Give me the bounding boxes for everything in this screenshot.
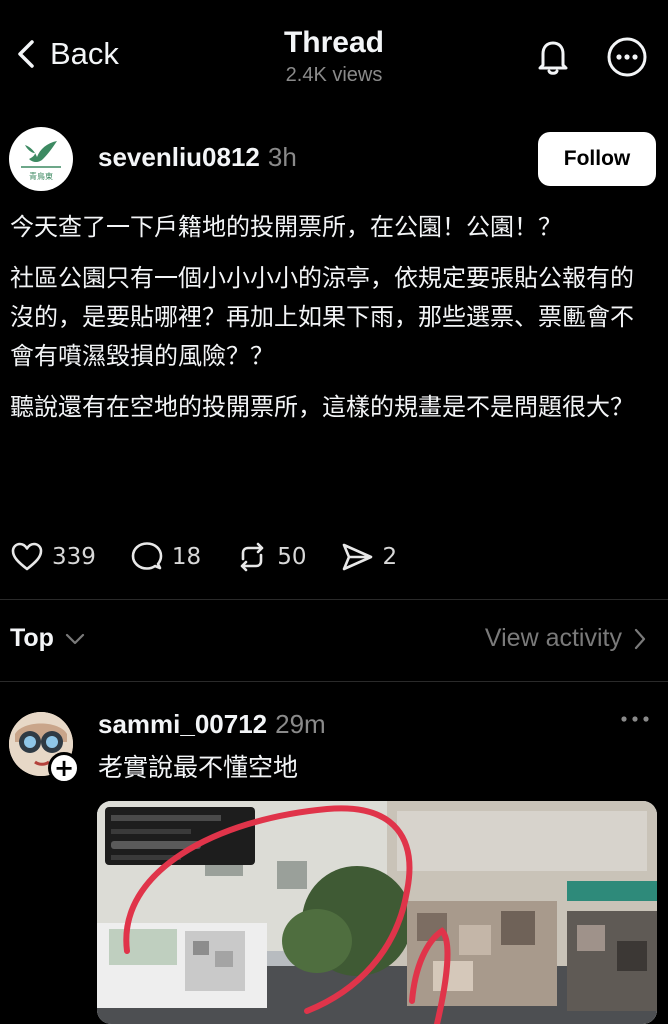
repost-icon xyxy=(240,542,264,572)
post-username[interactable]: sevenliu0812 3h xyxy=(98,142,297,173)
bird-logo-icon: 青鳥東 xyxy=(21,141,61,181)
follow-button[interactable]: Follow xyxy=(538,132,656,186)
post-paragraph: 聽說還有在空地的投開票所，這樣的規畫是不是問題很大？ xyxy=(10,393,634,421)
post-actions: 339 18 50 2 xyxy=(10,536,431,578)
sort-label: Top xyxy=(10,624,54,652)
username-text[interactable]: sevenliu0812 xyxy=(98,142,260,172)
post-body: 今天查了一下戶籍地的投開票所，在公園！公園！？ 社區公園只有一個小小小小的涼亭，… xyxy=(10,208,650,439)
divider xyxy=(0,681,668,682)
post-paragraph: 社區公園只有一個小小小小的涼亭，依規定要張貼公報有的沒的，是要貼哪裡？再加上如果… xyxy=(10,264,634,370)
top-bar: Back Thread 2.4K views xyxy=(0,0,668,110)
send-icon xyxy=(343,543,373,571)
sort-dropdown[interactable]: Top xyxy=(10,624,86,653)
post-paragraph: 今天查了一下戶籍地的投開票所，在公園！公園！？ xyxy=(10,213,562,241)
post-time: 3h xyxy=(267,142,297,172)
like-count: 339 xyxy=(52,544,96,570)
repost-count: 50 xyxy=(277,544,307,570)
heart-icon xyxy=(11,542,43,571)
avatar[interactable]: 青鳥東 xyxy=(9,127,73,191)
share-count: 2 xyxy=(382,544,398,570)
chevron-right-icon xyxy=(634,628,646,649)
comment-button[interactable]: 18 xyxy=(130,540,201,574)
reply-text: 老實說最不懂空地 xyxy=(98,753,299,782)
reply-username[interactable]: sammi_00712 29m xyxy=(98,709,326,740)
more-options-icon[interactable] xyxy=(606,36,648,78)
reply-photo[interactable] xyxy=(97,801,657,1024)
reply-time: 29m xyxy=(275,709,326,739)
like-button[interactable]: 339 xyxy=(10,540,96,574)
sort-bar: Top View activity xyxy=(0,616,668,664)
divider xyxy=(0,599,668,600)
share-button[interactable]: 2 xyxy=(340,540,397,574)
comment-icon xyxy=(131,542,163,570)
follow-plus-icon[interactable]: + xyxy=(48,752,80,784)
more-icon[interactable] xyxy=(620,714,650,724)
view-activity-link[interactable]: View activity xyxy=(485,624,646,653)
post-header: 青鳥東 sevenliu0812 3h Follow xyxy=(0,124,668,194)
chevron-down-icon xyxy=(65,633,85,644)
reply-item: + sammi_00712 29m 老實說最不懂空地 xyxy=(0,700,668,1024)
repost-button[interactable]: 50 xyxy=(235,540,306,574)
bell-icon[interactable] xyxy=(532,36,574,78)
view-activity-label: View activity xyxy=(484,624,622,652)
username-text[interactable]: sammi_00712 xyxy=(98,709,267,739)
comment-count: 18 xyxy=(171,544,202,570)
svg-text:青鳥東: 青鳥東 xyxy=(29,171,53,181)
street-view-image xyxy=(97,801,657,1024)
